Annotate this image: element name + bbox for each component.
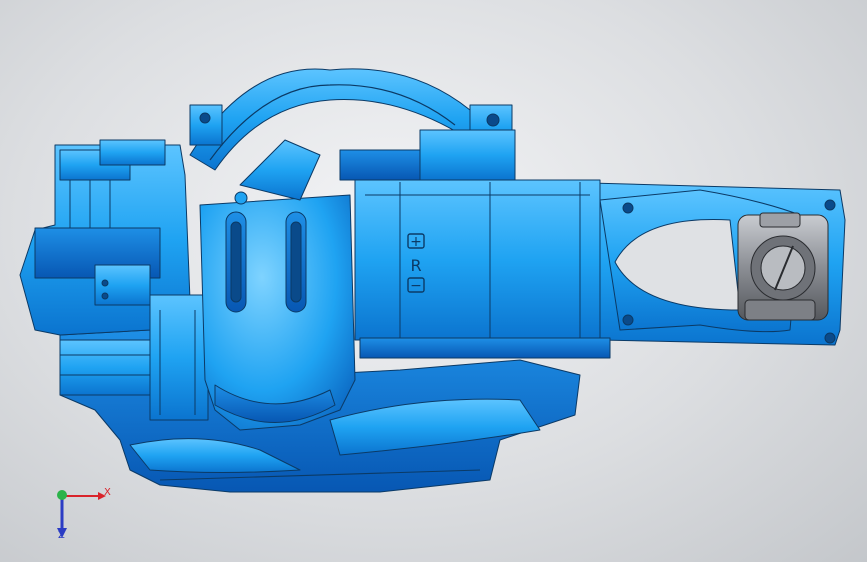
triad-x-label: X <box>104 487 111 498</box>
upper-beam-cap <box>419 129 516 181</box>
triad-z-label: Z <box>58 530 65 541</box>
marking-plus: + <box>410 234 422 250</box>
top-flange-left <box>189 104 223 146</box>
base-plate <box>59 339 156 396</box>
diagonal-link <box>239 139 321 201</box>
robot-arm-model[interactable]: + R − <box>0 0 867 562</box>
wrist-assembly <box>737 212 829 321</box>
cad-viewport[interactable]: + R − X Z <box>0 0 867 562</box>
axis-triad[interactable]: X Z <box>46 482 116 548</box>
marking-letter: R <box>410 256 421 275</box>
balancer-cylinder <box>149 294 209 421</box>
marking-minus: − <box>410 278 422 294</box>
